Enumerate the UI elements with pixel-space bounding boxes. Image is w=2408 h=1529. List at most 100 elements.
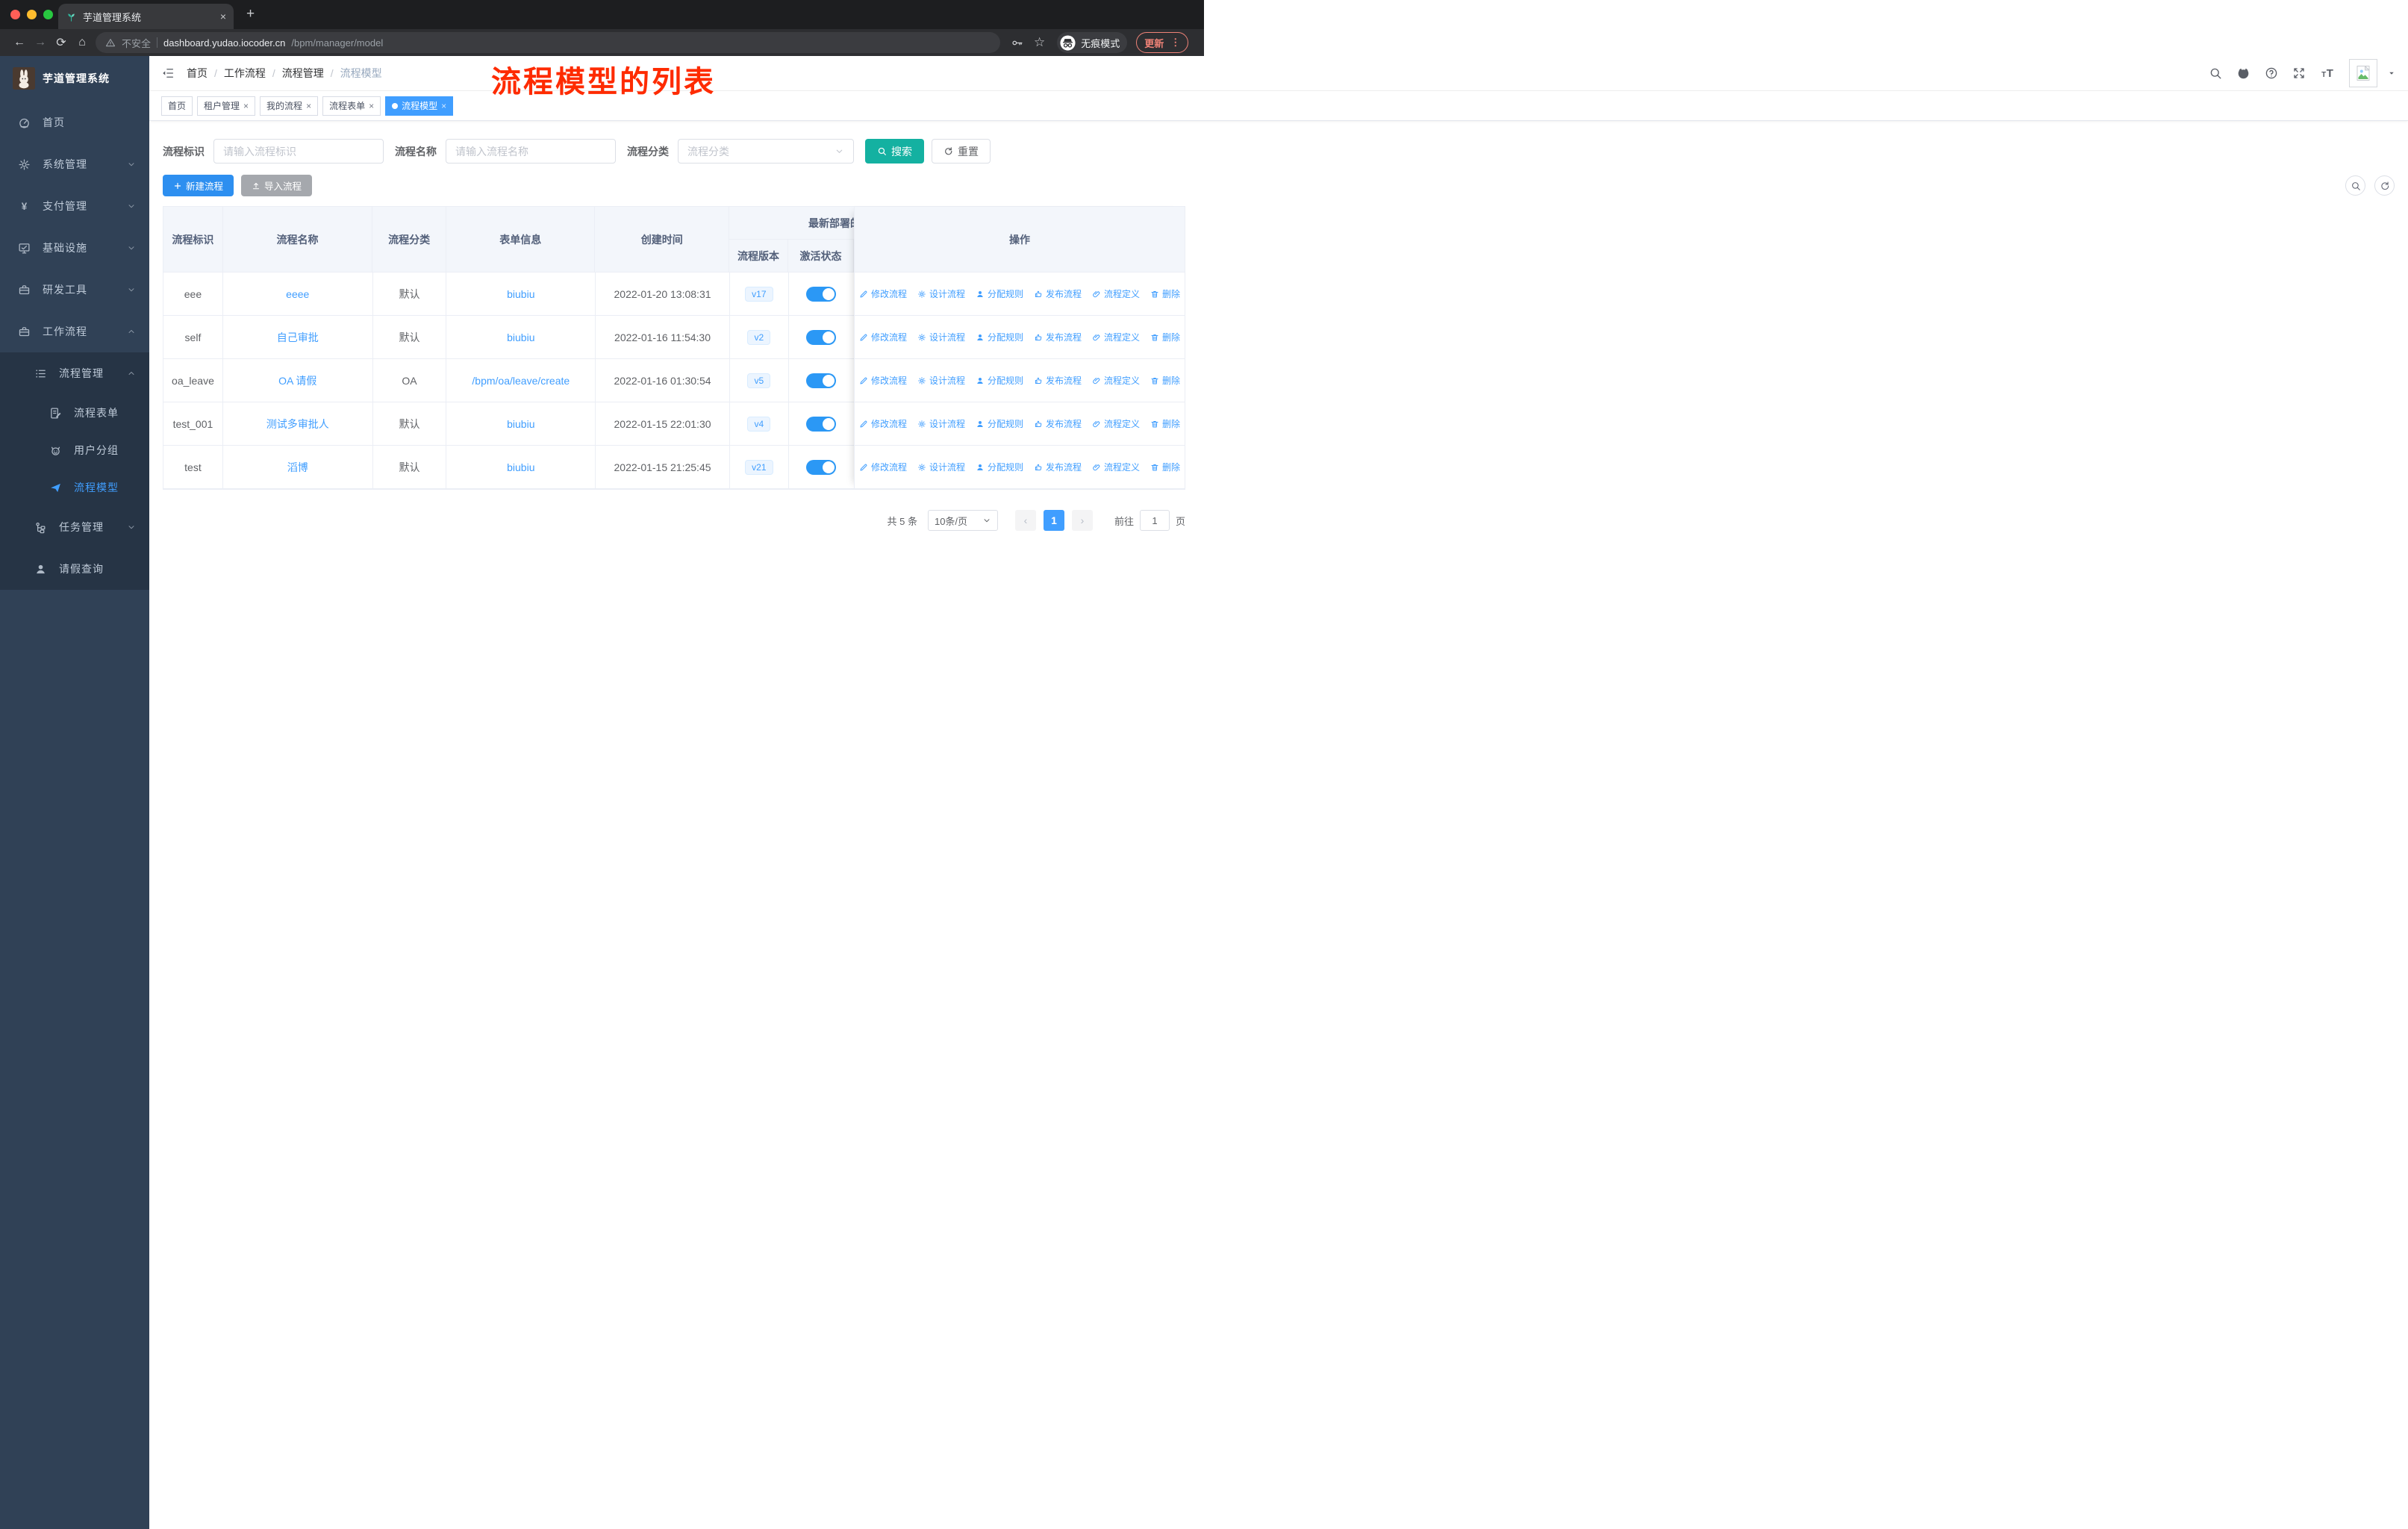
action-修改流程[interactable]: 修改流程 (859, 287, 907, 300)
action-删除[interactable]: 删除 (1150, 287, 1180, 300)
bookmark-star-icon[interactable]: ☆ (1034, 35, 1045, 50)
create-process-button[interactable]: 新建流程 (163, 175, 234, 196)
home-icon[interactable]: ⌂ (72, 36, 93, 49)
active-toggle[interactable] (806, 329, 837, 345)
action-流程定义[interactable]: 流程定义 (1092, 287, 1140, 300)
sidebar-item-请假查询[interactable]: 请假查询 (0, 548, 149, 590)
sidebar-item-任务管理[interactable]: 任务管理 (0, 506, 149, 548)
sidebar-item-工作流程[interactable]: 工作流程 (0, 311, 149, 352)
sidebar-item-流程管理[interactable]: 流程管理 (0, 352, 149, 394)
action-删除[interactable]: 删除 (1150, 461, 1180, 473)
key-icon[interactable] (1011, 37, 1023, 49)
font-size-icon[interactable]: TT (2320, 66, 2335, 81)
action-修改流程[interactable]: 修改流程 (859, 331, 907, 343)
prev-page-button[interactable]: ‹ (1014, 510, 1036, 531)
action-修改流程[interactable]: 修改流程 (859, 417, 907, 430)
process-name-link[interactable]: eeee (286, 288, 309, 300)
close-tab-icon[interactable]: × (220, 10, 226, 22)
help-icon[interactable] (2265, 66, 2278, 80)
action-设计流程[interactable]: 设计流程 (917, 374, 965, 387)
action-发布流程[interactable]: 发布流程 (1034, 417, 1082, 430)
security-label[interactable]: 不安全 (122, 36, 151, 50)
version-badge[interactable]: v17 (745, 286, 773, 302)
import-process-button[interactable]: 导入流程 (241, 175, 313, 196)
reset-button[interactable]: 重置 (932, 139, 991, 164)
breadcrumb-home[interactable]: 首页 (187, 66, 208, 81)
form-info-link[interactable]: biubiu (507, 288, 534, 300)
action-发布流程[interactable]: 发布流程 (1034, 374, 1082, 387)
goto-page-input[interactable] (1139, 510, 1170, 531)
version-badge[interactable]: v21 (745, 459, 773, 475)
sidebar-item-流程表单[interactable]: 流程表单 (0, 394, 149, 432)
forward-icon[interactable]: → (30, 36, 51, 49)
tag-流程表单[interactable]: 流程表单 × (322, 96, 381, 116)
toggle-search-button[interactable] (2345, 175, 2365, 196)
tag-租户管理[interactable]: 租户管理 × (197, 96, 256, 116)
form-info-link[interactable]: biubiu (507, 461, 534, 473)
process-category-select[interactable]: 流程分类 (678, 139, 854, 164)
form-info-link[interactable]: biubiu (507, 331, 534, 343)
action-修改流程[interactable]: 修改流程 (859, 374, 907, 387)
minimize-window-button[interactable] (27, 10, 37, 19)
action-分配规则[interactable]: 分配规则 (976, 374, 1023, 387)
action-发布流程[interactable]: 发布流程 (1034, 287, 1082, 300)
action-分配规则[interactable]: 分配规则 (976, 417, 1023, 430)
action-流程定义[interactable]: 流程定义 (1092, 331, 1140, 343)
version-badge[interactable]: v4 (747, 416, 771, 432)
reload-icon[interactable]: ⟳ (51, 35, 72, 50)
search-button[interactable]: 搜索 (865, 139, 924, 164)
tag-流程模型[interactable]: 流程模型 × (385, 96, 454, 116)
sidebar-item-流程模型[interactable]: 流程模型 (0, 469, 149, 506)
breadcrumb-workflow[interactable]: 工作流程 (224, 66, 266, 81)
fullscreen-icon[interactable] (2292, 66, 2306, 80)
close-tag-icon[interactable]: × (369, 101, 374, 111)
version-badge[interactable]: v2 (747, 329, 771, 345)
back-icon[interactable]: ← (9, 36, 30, 49)
process-name-link[interactable]: OA 请假 (278, 373, 316, 388)
active-toggle[interactable] (806, 286, 837, 302)
action-删除[interactable]: 删除 (1150, 374, 1180, 387)
page-1-button[interactable]: 1 (1043, 510, 1064, 531)
form-info-link[interactable]: /bpm/oa/leave/create (472, 375, 570, 387)
update-button[interactable]: 更新 ⋮ (1136, 32, 1189, 53)
sidebar-item-系统管理[interactable]: 系统管理 (0, 143, 149, 185)
sidebar-item-用户分组[interactable]: 用户分组 (0, 432, 149, 469)
process-name-link[interactable]: 自己审批 (277, 330, 319, 345)
action-流程定义[interactable]: 流程定义 (1092, 374, 1140, 387)
active-toggle[interactable] (806, 416, 837, 432)
breadcrumb-process-manage[interactable]: 流程管理 (282, 66, 324, 81)
version-badge[interactable]: v5 (747, 373, 771, 388)
action-设计流程[interactable]: 设计流程 (917, 461, 965, 473)
close-tag-icon[interactable]: × (243, 101, 249, 111)
url-bar[interactable]: 不安全 dashboard.yudao.iocoder.cn/bpm/manag… (96, 32, 1000, 53)
action-删除[interactable]: 删除 (1150, 417, 1180, 430)
action-分配规则[interactable]: 分配规则 (976, 287, 1023, 300)
sidebar-item-首页[interactable]: 首页 (0, 102, 149, 143)
new-tab-button[interactable]: + (246, 6, 255, 22)
form-info-link[interactable]: biubiu (507, 418, 534, 430)
action-发布流程[interactable]: 发布流程 (1034, 461, 1082, 473)
sidebar-item-基础设施[interactable]: 基础设施 (0, 227, 149, 269)
action-删除[interactable]: 删除 (1150, 331, 1180, 343)
close-tag-icon[interactable]: × (306, 101, 311, 111)
next-page-button[interactable]: › (1071, 510, 1093, 531)
avatar[interactable] (2349, 59, 2377, 87)
page-size-select[interactable]: 10条/页 (927, 510, 998, 531)
action-流程定义[interactable]: 流程定义 (1092, 417, 1140, 430)
github-icon[interactable] (2236, 66, 2251, 81)
browser-tab[interactable]: 芋道管理系统 × (58, 4, 234, 29)
action-设计流程[interactable]: 设计流程 (917, 331, 965, 343)
maximize-window-button[interactable] (43, 10, 53, 19)
action-设计流程[interactable]: 设计流程 (917, 417, 965, 430)
caret-down-icon[interactable] (2387, 69, 2396, 78)
search-icon[interactable] (2209, 66, 2222, 80)
process-name-link[interactable]: 测试多审批人 (266, 417, 329, 432)
active-toggle[interactable] (806, 459, 837, 475)
close-tag-icon[interactable]: × (441, 101, 446, 111)
action-修改流程[interactable]: 修改流程 (859, 461, 907, 473)
process-name-input[interactable] (446, 139, 616, 164)
action-分配规则[interactable]: 分配规则 (976, 331, 1023, 343)
action-设计流程[interactable]: 设计流程 (917, 287, 965, 300)
sidebar-item-研发工具[interactable]: 研发工具 (0, 269, 149, 311)
sidebar-item-支付管理[interactable]: ¥ 支付管理 (0, 185, 149, 227)
